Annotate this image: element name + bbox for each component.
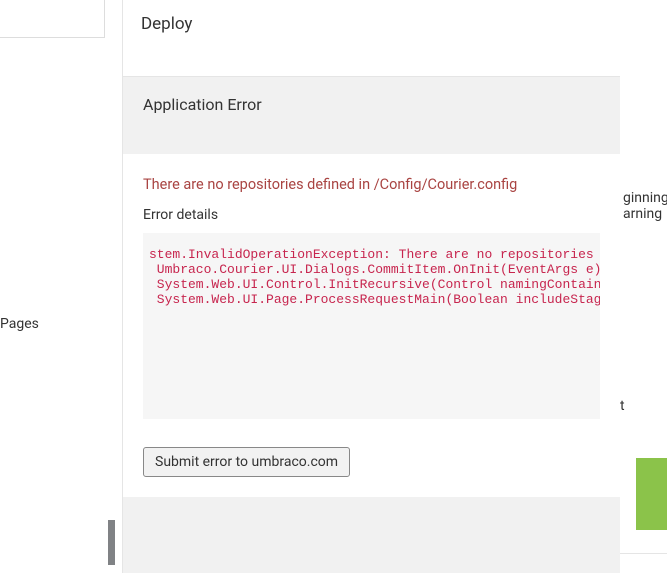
error-heading: Application Error [143, 95, 600, 114]
error-details-label: Error details [143, 207, 600, 223]
cropped-green-button[interactable] [636, 458, 667, 530]
resize-handle[interactable] [108, 520, 115, 565]
stacktrace-container[interactable]: stem.InvalidOperationException: There ar… [143, 233, 600, 419]
sidebar-item-pages[interactable]: Pages [0, 316, 100, 332]
stacktrace-text: stem.InvalidOperationException: There ar… [145, 235, 600, 417]
main-panel: Deploy Application Error There are no re… [122, 0, 620, 573]
action-row: Submit error to umbraco.com [123, 429, 620, 497]
cropped-divider [620, 553, 667, 554]
submit-error-button[interactable]: Submit error to umbraco.com [143, 447, 350, 477]
error-content: There are no repositories defined in /Co… [123, 154, 620, 429]
panel-subheader: Application Error [123, 77, 620, 154]
page-title: Deploy [141, 14, 602, 34]
left-sidebar: Pages [0, 0, 115, 573]
error-title: There are no repositories defined in /Co… [143, 176, 600, 193]
cropped-text-fragment: ginning arning [623, 190, 667, 222]
cropped-text-fragment-2: t [620, 398, 625, 414]
panel-header: Deploy [123, 0, 620, 77]
sidebar-search-box[interactable] [0, 0, 105, 38]
